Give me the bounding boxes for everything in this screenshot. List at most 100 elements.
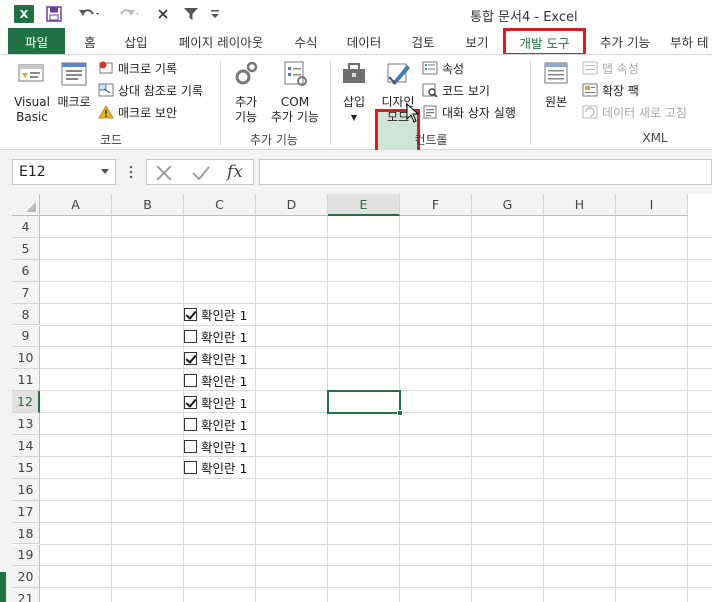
- worksheet-grid[interactable]: A B C D E F G H I 4 5 6 7 8 9 10 11 12 13 14 15 16 17 18 19 20 21 확…: [12, 194, 712, 602]
- tab-review[interactable]: 검토: [402, 30, 444, 52]
- row-header-7[interactable]: 7: [12, 281, 40, 304]
- row-header-13[interactable]: 13: [12, 413, 40, 435]
- insert-control-button[interactable]: 삽입 ▼: [336, 59, 372, 125]
- row-header-11[interactable]: 11: [12, 369, 40, 392]
- relative-reference-button[interactable]: 상대 참조로 기록: [98, 80, 203, 100]
- column-header-d[interactable]: D: [256, 194, 328, 216]
- checkbox-control[interactable]: 확인란 1: [184, 328, 247, 346]
- column-header-h[interactable]: H: [544, 194, 616, 216]
- tab-file[interactable]: 파일: [8, 28, 65, 54]
- view-code-icon: [422, 83, 438, 97]
- checkbox-checked-icon[interactable]: [184, 308, 197, 322]
- selected-cell[interactable]: [327, 390, 403, 417]
- checkbox-control[interactable]: 확인란 1: [184, 371, 247, 389]
- tab-home[interactable]: 홈: [75, 30, 105, 52]
- tab-data[interactable]: 데이터: [338, 30, 390, 52]
- checkbox-unchecked-icon[interactable]: [184, 461, 197, 475]
- close-x-icon[interactable]: [154, 4, 172, 24]
- gridline: [40, 587, 712, 589]
- checkbox-unchecked-icon[interactable]: [184, 373, 197, 387]
- column-header-e[interactable]: E: [328, 194, 400, 216]
- row-header-15[interactable]: 15: [12, 456, 40, 479]
- column-header-b[interactable]: B: [112, 194, 184, 216]
- warning-icon: [98, 105, 114, 119]
- enter-checkmark-icon[interactable]: [191, 164, 211, 185]
- filter-icon[interactable]: [180, 4, 202, 24]
- chevron-down-icon[interactable]: [101, 169, 109, 174]
- macros-button[interactable]: 매크로: [54, 59, 94, 110]
- com-add-ins-icon: [284, 61, 307, 86]
- row-header-18[interactable]: 18: [12, 522, 40, 545]
- group-label-add-ins: 추가 기능: [250, 133, 298, 147]
- row-header-5[interactable]: 5: [12, 237, 40, 260]
- select-all-corner[interactable]: [12, 194, 40, 216]
- checkbox-control[interactable]: 확인란 1: [184, 459, 247, 477]
- checkbox-control[interactable]: 확인란 1: [184, 306, 247, 324]
- row-header-6[interactable]: 6: [12, 259, 40, 282]
- tab-page-layout[interactable]: 페이지 레이아웃: [168, 30, 274, 52]
- checkbox-control[interactable]: 확인란 1: [184, 415, 247, 433]
- run-dialog-button[interactable]: 대화 상자 실행: [422, 102, 516, 122]
- excel-logo-icon[interactable]: X: [14, 5, 34, 23]
- row-header-10[interactable]: 10: [12, 347, 40, 370]
- name-box[interactable]: E12: [12, 159, 116, 185]
- gridline: [40, 477, 712, 479]
- checkbox-control[interactable]: 확인란 1: [184, 349, 247, 367]
- customize-qat-icon[interactable]: [208, 4, 222, 24]
- title-bar: X 통합 문서4 - Excel: [0, 0, 712, 28]
- tab-view[interactable]: 보기: [456, 30, 498, 52]
- checkbox-checked-icon[interactable]: [184, 351, 197, 365]
- checkbox-checked-icon[interactable]: [184, 395, 197, 409]
- tab-add-ins[interactable]: 추가 기능: [592, 30, 658, 52]
- row-header-19[interactable]: 19: [12, 544, 40, 567]
- tab-load-test[interactable]: 부하 테: [670, 30, 712, 52]
- macro-security-button[interactable]: 매크로 보안: [98, 102, 177, 122]
- row-header-21[interactable]: 21: [12, 588, 40, 602]
- tab-formulas[interactable]: 수식: [286, 30, 326, 52]
- checkbox-unchecked-icon[interactable]: [184, 330, 197, 343]
- view-code-button[interactable]: 코드 보기: [422, 80, 490, 100]
- row-header-8[interactable]: 8: [12, 303, 40, 326]
- tab-insert[interactable]: 삽입: [116, 30, 156, 52]
- column-header-i[interactable]: I: [616, 194, 688, 216]
- column-header-f[interactable]: F: [400, 194, 472, 216]
- insert-function-fx-icon[interactable]: fx: [227, 162, 243, 182]
- cancel-icon[interactable]: [155, 164, 173, 185]
- gridline: [40, 565, 712, 567]
- checkbox-unchecked-icon[interactable]: [184, 439, 197, 453]
- row-header-20[interactable]: 20: [12, 566, 40, 589]
- row-header-17[interactable]: 17: [12, 500, 40, 523]
- redo-icon[interactable]: [114, 4, 144, 24]
- more-options-icon[interactable]: [128, 163, 134, 181]
- properties-button[interactable]: 속성: [422, 58, 464, 78]
- checkbox-control[interactable]: 확인란 1: [184, 437, 247, 455]
- row-header-9[interactable]: 9: [12, 325, 40, 348]
- expansion-packs-button[interactable]: 확장 팩: [582, 80, 639, 100]
- refresh-data-button[interactable]: 데이터 새로 고침: [582, 102, 687, 122]
- fill-handle[interactable]: [397, 410, 403, 417]
- xml-source-button[interactable]: 원본: [536, 59, 576, 110]
- undo-icon[interactable]: [74, 4, 104, 24]
- save-icon[interactable]: [44, 4, 64, 24]
- window-left-edge: [0, 150, 12, 602]
- visual-basic-button[interactable]: Visual Basic: [12, 59, 52, 125]
- checkbox-control[interactable]: 확인란 1: [184, 393, 247, 411]
- mouse-cursor-icon: [406, 102, 420, 126]
- checkbox-label: 확인란 1: [201, 395, 248, 411]
- gridline: [40, 434, 712, 435]
- row-header-14[interactable]: 14: [12, 435, 40, 457]
- row-header-4[interactable]: 4: [12, 216, 40, 238]
- tab-developer[interactable]: 개발 도구: [503, 28, 586, 56]
- row-header-16[interactable]: 16: [12, 478, 40, 501]
- row-header-12[interactable]: 12: [12, 391, 40, 414]
- map-properties-button[interactable]: 맵 속성: [582, 58, 639, 78]
- record-macro-button[interactable]: 매크로 기록: [98, 58, 177, 78]
- column-header-c[interactable]: C: [184, 194, 256, 216]
- com-add-ins-button[interactable]: COM 추가 기능: [266, 59, 324, 125]
- column-header-a[interactable]: A: [40, 194, 112, 216]
- checkbox-unchecked-icon[interactable]: [184, 417, 197, 431]
- add-ins-button[interactable]: 추가 기능: [228, 59, 264, 125]
- formula-buttons: fx: [146, 159, 254, 185]
- column-header-g[interactable]: G: [472, 194, 544, 216]
- formula-input[interactable]: [259, 159, 712, 185]
